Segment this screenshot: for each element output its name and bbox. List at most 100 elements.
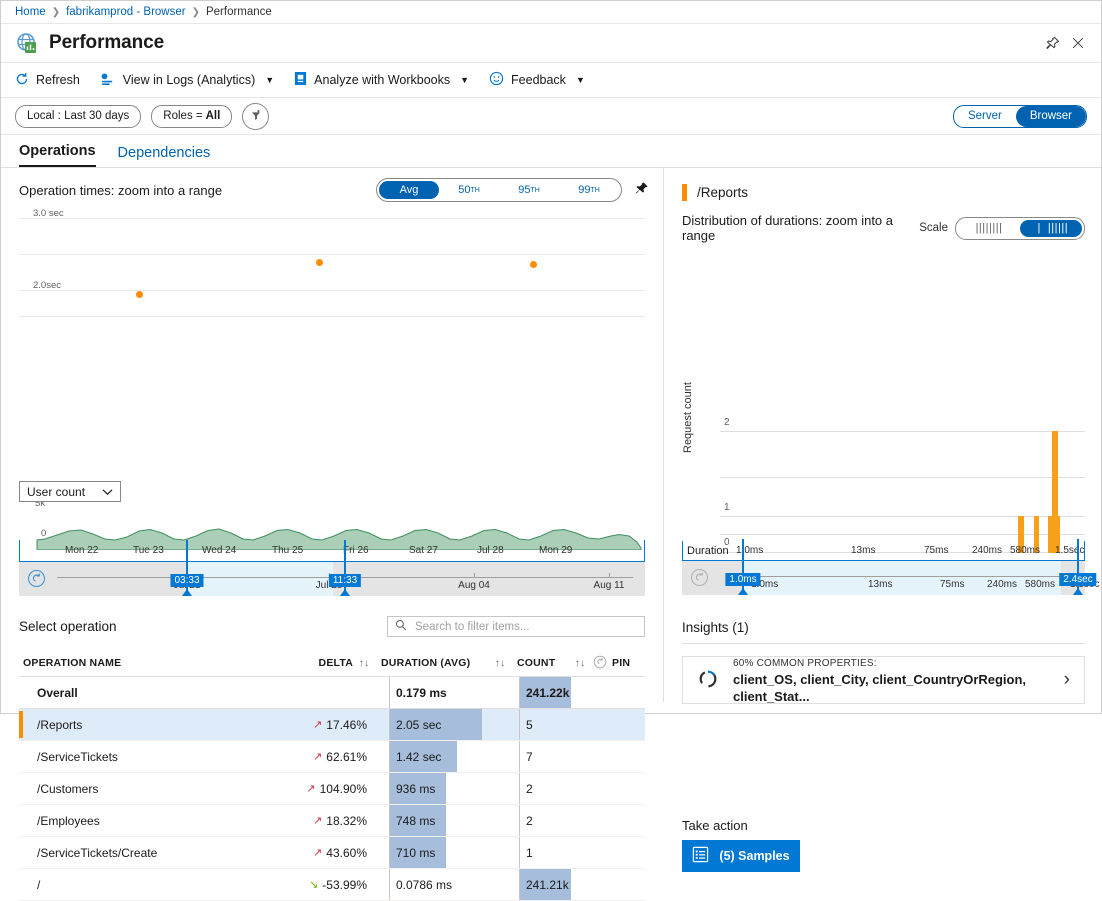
range-handle-start[interactable]: 03:33: [186, 540, 188, 596]
analyze-with-workbooks-button[interactable]: Analyze with Workbooks ▼: [294, 71, 469, 89]
undo-icon[interactable]: [27, 569, 46, 591]
samples-button[interactable]: (5) Samples: [682, 840, 800, 872]
gridline: [720, 431, 1085, 432]
view-in-logs-button[interactable]: View in Logs (Analytics) ▼: [100, 72, 274, 89]
handle-arrow-icon: [340, 589, 350, 596]
scope-option-browser[interactable]: Browser: [1016, 106, 1086, 127]
chevron-down-icon: ▼: [460, 75, 469, 85]
scope-option-server[interactable]: Server: [954, 106, 1016, 127]
cell-duration: 0.179 ms: [389, 677, 497, 708]
table-row[interactable]: /ServiceTickets/Create ↗ 43.60% 710 ms 1: [19, 837, 645, 869]
percentile-99th[interactable]: 99TH: [559, 181, 619, 199]
chevron-right-icon[interactable]: ›: [1064, 669, 1070, 691]
metric-select[interactable]: User count: [19, 481, 121, 502]
roles-value: All: [206, 110, 221, 122]
insight-card[interactable]: 60% COMMON PROPERTIES: client_OS, client…: [682, 656, 1085, 704]
logs-analytics-icon: [100, 72, 116, 89]
cell-count: 1: [519, 837, 571, 868]
ytick-2: 2: [724, 417, 730, 428]
delta-down-icon: ↘: [309, 878, 318, 891]
add-filter-button[interactable]: [242, 103, 269, 130]
slider-label: 580ms: [1025, 579, 1055, 590]
duration-handle-start[interactable]: 1.0ms: [742, 539, 744, 595]
sort-arrows-icon[interactable]: ↑↓: [489, 658, 511, 669]
filter-search-box[interactable]: [387, 616, 645, 637]
ytick-3sec: 3.0 sec: [33, 208, 64, 219]
application-insights-icon: [15, 31, 39, 55]
xtick: Fri 26: [343, 545, 369, 556]
cell-operation-name: /: [19, 878, 277, 892]
tab-operations[interactable]: Operations: [19, 143, 96, 167]
cell-operation-name: Overall: [19, 686, 277, 700]
scale-option-log[interactable]: | ||||||: [1020, 220, 1082, 237]
roles-filter-pill[interactable]: Roles = All: [151, 105, 232, 128]
breadcrumb-home[interactable]: Home: [15, 6, 46, 18]
range-handle-end[interactable]: 11:33: [344, 540, 346, 596]
operation-color-swatch: [682, 184, 687, 201]
time-range-pill[interactable]: Local : Last 30 days: [15, 105, 141, 128]
cell-count: 2: [519, 773, 571, 804]
selected-operation-name: /Reports: [697, 185, 748, 200]
scale-toggle[interactable]: |||||||| | ||||||: [955, 217, 1085, 240]
time-range-selection: [187, 562, 333, 596]
cell-delta: ↗ 104.90%: [277, 782, 367, 796]
scatter-point[interactable]: [136, 291, 143, 298]
tab-dependencies[interactable]: Dependencies: [118, 145, 211, 167]
histogram-ylabel: Request count: [682, 382, 694, 453]
percentile-avg[interactable]: Avg: [379, 181, 439, 199]
search-input[interactable]: [413, 620, 637, 634]
roles-label: Roles =: [163, 110, 202, 122]
table-row[interactable]: /ServiceTickets ↗ 62.61% 1.42 sec 7: [19, 741, 645, 773]
dtick: 1.0ms: [736, 545, 763, 556]
xtick: Thu 25: [272, 545, 303, 556]
sort-arrows-icon[interactable]: ↑↓: [569, 658, 591, 669]
xtick: Mon 29: [539, 545, 572, 556]
breadcrumb-separator-icon: ❯: [192, 7, 200, 18]
undo-icon[interactable]: [690, 568, 709, 590]
close-icon[interactable]: [1065, 30, 1091, 56]
scale-option-linear[interactable]: ||||||||: [958, 220, 1020, 237]
time-range-slider[interactable]: Jul 21 Jul 28 Aug 04 Aug 11 03:33 11:33: [19, 562, 645, 596]
handle-arrow-icon: [738, 588, 748, 595]
scatter-point[interactable]: [530, 261, 537, 268]
duration-histogram-chart[interactable]: Request count 2 1 0: [682, 413, 1085, 553]
operation-times-chart[interactable]: 3.0 sec 2.0sec: [19, 210, 645, 320]
gridline: [19, 316, 645, 317]
scatter-point[interactable]: [316, 259, 323, 266]
col-delta[interactable]: DELTA: [263, 657, 353, 669]
time-axis-strip: Mon 22 Tue 23 Wed 24 Thu 25 Fri 26 Sat 2…: [19, 540, 645, 562]
table-row[interactable]: Overall 0.179 ms 241.22k: [19, 677, 645, 709]
duration-range-slider[interactable]: 1.0ms 13ms 75ms 240ms 580ms 1.5sec 1.0ms…: [682, 561, 1085, 595]
duration-handle-end[interactable]: 2.4sec: [1077, 539, 1079, 595]
feedback-label: Feedback: [511, 73, 566, 87]
duration-axis-caption: Duration: [687, 545, 729, 557]
cell-count: 241.21k: [519, 869, 571, 900]
breadcrumb-resource[interactable]: fabrikamprod - Browser: [66, 6, 186, 18]
delta-up-icon: ↗: [313, 718, 322, 731]
col-duration-avg[interactable]: DURATION (AVG): [375, 657, 489, 669]
percentile-50th[interactable]: 50TH: [439, 181, 499, 199]
cell-delta: ↗ 17.46%: [277, 718, 367, 732]
pin-chart-icon[interactable]: [634, 181, 649, 199]
cell-duration: 1.42 sec: [389, 741, 497, 772]
col-operation-name[interactable]: OPERATION NAME: [19, 657, 263, 669]
feedback-button[interactable]: Feedback ▼: [489, 71, 585, 89]
pin-icon[interactable]: [1039, 30, 1065, 56]
table-row[interactable]: / ↘ -53.99% 0.0786 ms 241.21k: [19, 869, 645, 901]
sort-arrows-icon[interactable]: ↑↓: [353, 658, 375, 669]
insights-section: Insights (1) 60% COMMON PROPERTIES: clie…: [682, 620, 1085, 704]
command-bar: Refresh View in Logs (Analytics) ▼: [1, 63, 1101, 98]
table-row[interactable]: /Customers ↗ 104.90% 936 ms 2: [19, 773, 645, 805]
scope-toggle[interactable]: Server Browser: [953, 105, 1087, 128]
percentile-95th[interactable]: 95TH: [499, 181, 559, 199]
refresh-button[interactable]: Refresh: [15, 72, 80, 89]
col-count[interactable]: COUNT: [511, 657, 569, 669]
col-pin: PIN: [591, 655, 645, 672]
view-in-logs-label: View in Logs (Analytics): [123, 73, 255, 87]
cell-delta: ↗ 18.32%: [277, 814, 367, 828]
histogram-bar[interactable]: [1052, 431, 1058, 517]
table-row[interactable]: /Employees ↗ 18.32% 748 ms 2: [19, 805, 645, 837]
percentile-toggle[interactable]: Avg 50TH 95TH 99TH: [376, 178, 622, 202]
cell-operation-name: /ServiceTickets: [19, 750, 277, 764]
range-start-badge: 03:33: [170, 574, 203, 587]
